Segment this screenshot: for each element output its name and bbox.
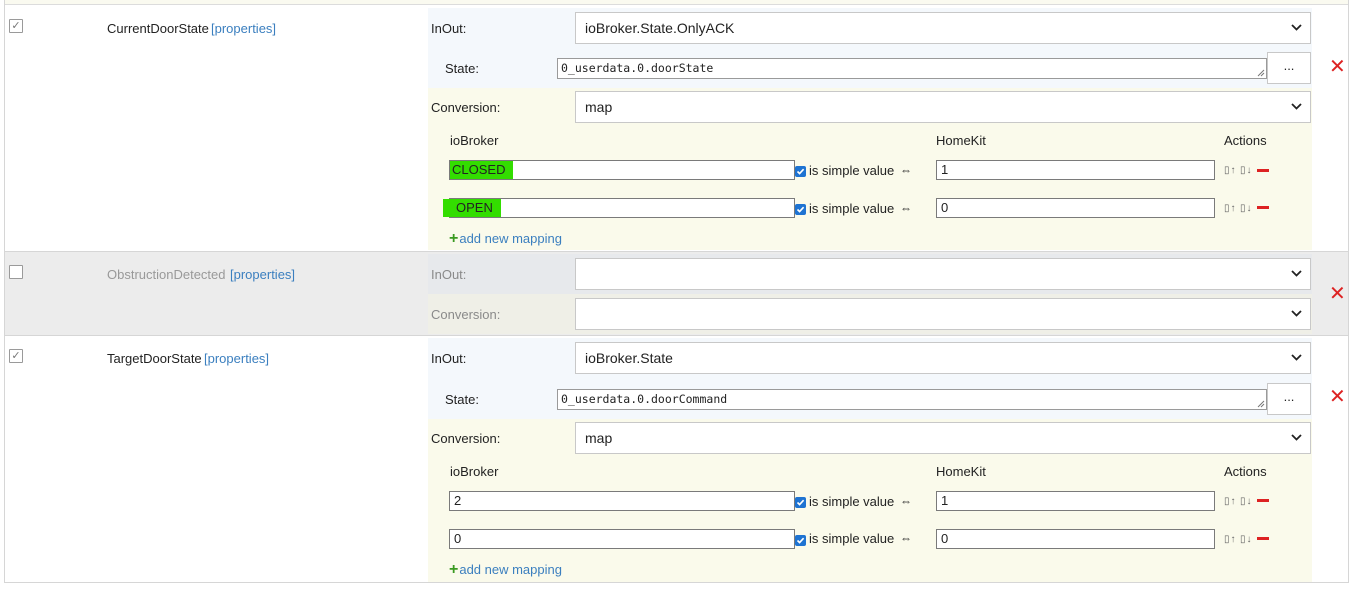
- state-label: State:: [445, 392, 479, 407]
- mapping-iobroker-value: 0: [454, 531, 462, 546]
- conversion-label: Conversion:: [431, 431, 501, 446]
- inout-label: InOut:: [431, 267, 467, 282]
- sort-up-icon[interactable]: ▯↑: [1224, 165, 1237, 176]
- sort-up-icon[interactable]: ▯↑: [1224, 534, 1237, 545]
- delete-characteristic-icon[interactable]: ✕: [1329, 57, 1346, 77]
- mapping-header-iobroker: ioBroker: [450, 464, 499, 479]
- chevron-down-icon: [1291, 299, 1302, 317]
- remove-mapping-icon[interactable]: [1257, 537, 1269, 540]
- simple-value-label: is simple value: [809, 494, 895, 509]
- simple-value-label: is simple value: [809, 163, 895, 178]
- remove-mapping-icon[interactable]: [1257, 169, 1269, 172]
- mapping-header-homekit: HomeKit: [936, 464, 986, 479]
- simple-value-label: is simple value: [809, 531, 895, 546]
- chevron-down-icon: [1291, 343, 1302, 361]
- conversion-select[interactable]: map: [575, 91, 1311, 123]
- inout-label: InOut:: [431, 351, 467, 366]
- mapping-iobroker-input[interactable]: OPEN: [443, 198, 795, 218]
- resize-handle-icon[interactable]: [1257, 400, 1265, 408]
- delete-characteristic-icon[interactable]: ✕: [1329, 284, 1346, 304]
- properties-link[interactable]: [properties]: [230, 267, 295, 282]
- conversion-select[interactable]: [575, 298, 1311, 330]
- mapping-homekit-input[interactable]: 1: [936, 160, 1215, 180]
- highlighted-value: OPEN: [443, 199, 501, 217]
- characteristic-name: ObstructionDetected: [107, 267, 226, 282]
- sort-up-icon[interactable]: ▯↑: [1224, 496, 1237, 507]
- mapping-homekit-input[interactable]: 1: [936, 491, 1215, 511]
- mapping-homekit-input[interactable]: 0: [936, 529, 1215, 549]
- chevron-down-icon: [1291, 259, 1302, 277]
- sort-down-icon[interactable]: ▯↓: [1240, 165, 1253, 176]
- simple-value-label: is simple value: [809, 201, 895, 216]
- resize-handle-icon[interactable]: [1257, 69, 1265, 77]
- row-separator: [5, 335, 1348, 336]
- plus-icon: +: [449, 230, 459, 247]
- inout-select-value: ioBroker.State: [585, 350, 673, 366]
- mapping-iobroker-value: 2: [454, 493, 462, 508]
- mapping-homekit-value: 0: [941, 200, 949, 215]
- mapping-homekit-value: 1: [941, 162, 949, 177]
- add-mapping-label: add new mapping: [459, 231, 562, 246]
- highlighted-value: CLOSED: [450, 161, 514, 179]
- sort-up-icon[interactable]: ▯↑: [1224, 203, 1237, 214]
- simple-value-checkbox[interactable]: [795, 166, 806, 177]
- simple-value-checkbox[interactable]: [795, 497, 806, 508]
- state-textarea[interactable]: 0_userdata.0.doorCommand: [557, 389, 1267, 410]
- mapping-header-homekit: HomeKit: [936, 133, 986, 148]
- mapping-iobroker-input[interactable]: 0: [449, 529, 795, 549]
- equivalence-icon: ⇔: [900, 531, 912, 545]
- enable-checkbox-current-door-state[interactable]: ✓: [9, 19, 23, 33]
- properties-link[interactable]: [properties]: [211, 21, 276, 36]
- remove-mapping-icon[interactable]: [1257, 206, 1269, 209]
- mapping-iobroker-input[interactable]: 2: [449, 491, 795, 511]
- conversion-select-value: map: [585, 99, 613, 115]
- mapping-homekit-value: 1: [941, 493, 949, 508]
- equivalence-icon: ⇔: [900, 163, 912, 177]
- chevron-down-icon: [1291, 423, 1302, 441]
- state-textarea-value: 0_userdata.0.doorState: [561, 61, 714, 75]
- add-mapping-label: add new mapping: [459, 562, 562, 577]
- select-state-button[interactable]: ...: [1267, 52, 1311, 84]
- sort-down-icon[interactable]: ▯↓: [1240, 496, 1253, 507]
- remove-mapping-icon[interactable]: [1257, 499, 1269, 502]
- check-icon: ✓: [11, 20, 21, 32]
- chevron-down-icon: [1291, 13, 1302, 31]
- mapping-header-iobroker: ioBroker: [450, 133, 499, 148]
- select-state-button[interactable]: ...: [1267, 383, 1311, 415]
- add-mapping-link[interactable]: +add new mapping: [449, 230, 562, 248]
- sort-down-icon[interactable]: ▯↓: [1240, 534, 1253, 545]
- check-icon: ✓: [11, 350, 21, 362]
- plus-icon: +: [449, 561, 459, 578]
- inout-select[interactable]: ioBroker.State.OnlyACK: [575, 12, 1311, 44]
- conversion-select-value: map: [585, 430, 613, 446]
- simple-value-checkbox[interactable]: [795, 204, 806, 215]
- enable-checkbox-obstruction-detected[interactable]: [9, 265, 23, 279]
- conversion-select[interactable]: map: [575, 422, 1311, 454]
- conversion-label: Conversion:: [431, 100, 501, 115]
- equivalence-icon: ⇔: [900, 201, 912, 215]
- mapping-homekit-input[interactable]: 0: [936, 198, 1215, 218]
- simple-value-checkbox[interactable]: [795, 535, 806, 546]
- inout-label: InOut:: [431, 21, 467, 36]
- inout-select-value: ioBroker.State.OnlyACK: [585, 20, 735, 36]
- mapping-header-actions: Actions: [1224, 464, 1267, 479]
- add-mapping-link[interactable]: +add new mapping: [449, 561, 562, 579]
- characteristic-name: TargetDoorState: [107, 351, 202, 366]
- enable-checkbox-target-door-state[interactable]: ✓: [9, 349, 23, 363]
- conversion-label: Conversion:: [431, 307, 501, 322]
- inout-select[interactable]: [575, 258, 1311, 290]
- sort-down-icon[interactable]: ▯↓: [1240, 203, 1253, 214]
- mapping-header-actions: Actions: [1224, 133, 1267, 148]
- state-label: State:: [445, 61, 479, 76]
- chevron-down-icon: [1291, 92, 1302, 110]
- delete-characteristic-icon[interactable]: ✕: [1329, 387, 1346, 407]
- inout-select[interactable]: ioBroker.State: [575, 342, 1311, 374]
- mapping-iobroker-input[interactable]: CLOSED: [449, 160, 795, 180]
- state-textarea[interactable]: 0_userdata.0.doorState: [557, 58, 1267, 79]
- equivalence-icon: ⇔: [900, 494, 912, 508]
- characteristic-name: CurrentDoorState: [107, 21, 209, 36]
- properties-link[interactable]: [properties]: [204, 351, 269, 366]
- mapping-homekit-value: 0: [941, 531, 949, 546]
- state-textarea-value: 0_userdata.0.doorCommand: [561, 392, 728, 406]
